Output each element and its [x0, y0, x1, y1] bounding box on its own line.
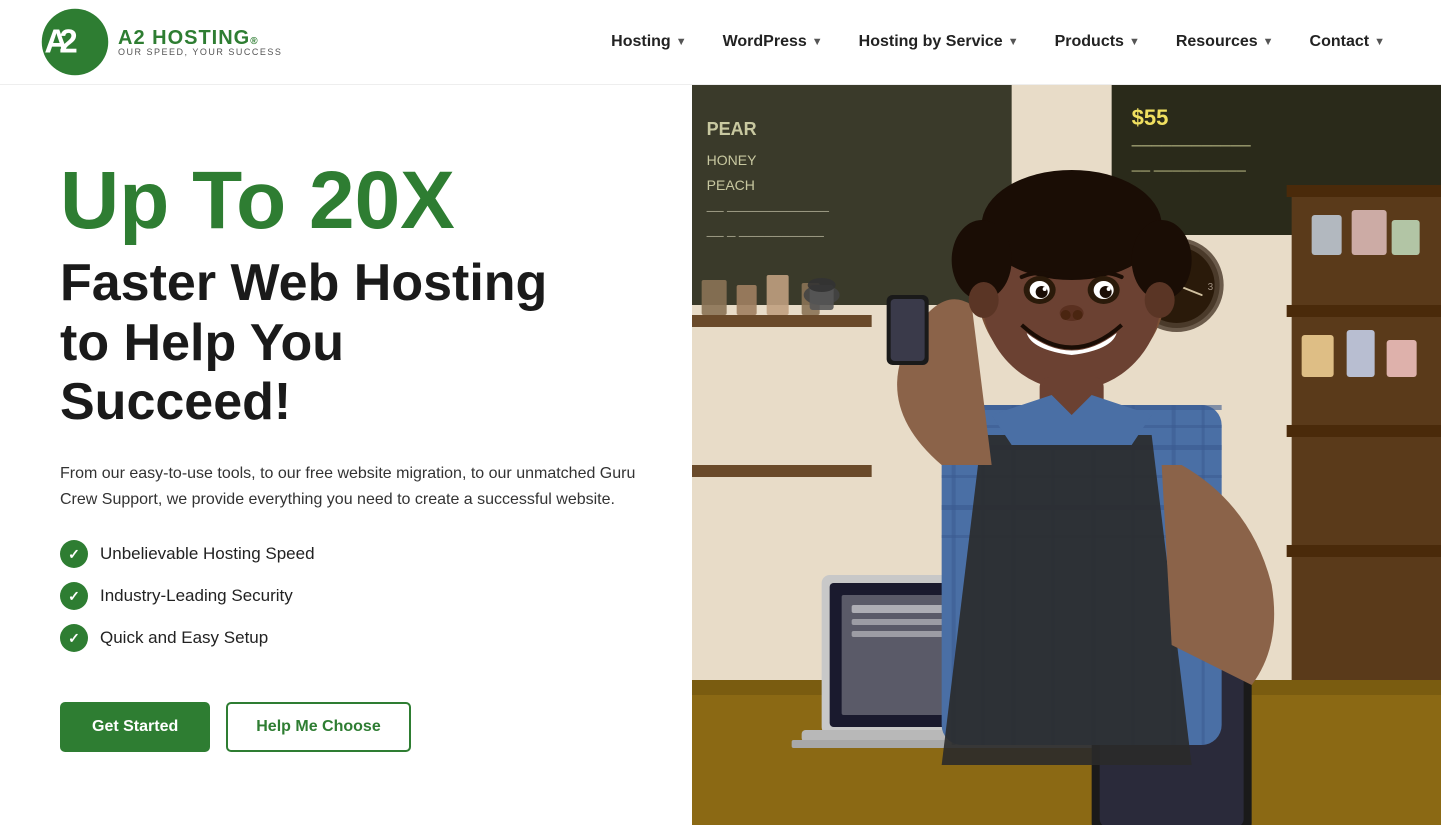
chevron-down-icon: ▼ [812, 36, 823, 48]
feature-item-setup: Quick and Easy Setup [60, 624, 642, 652]
nav-item-hosting-by-service[interactable]: Hosting by Service ▼ [843, 25, 1035, 59]
hero-description: From our easy-to-use tools, to our free … [60, 461, 642, 512]
nav-item-resources[interactable]: Resources ▼ [1160, 25, 1290, 59]
feature-item-speed: Unbelievable Hosting Speed [60, 540, 642, 568]
logo-text: A2 HOSTING® OUR SPEED, YOUR SUCCESS [118, 28, 282, 57]
check-icon-security [60, 582, 88, 610]
logo-tagline: OUR SPEED, YOUR SUCCESS [118, 48, 282, 57]
svg-text:PEAR: PEAR [706, 119, 756, 139]
svg-text:PEACH: PEACH [706, 177, 754, 193]
navbar: 2 A A2 HOSTING® OUR SPEED, YOUR SUCCESS … [0, 0, 1441, 85]
feature-list: Unbelievable Hosting Speed Industry-Lead… [60, 540, 642, 666]
hero-image: PEAR HONEY PEACH ── ──────────── ── ─ ──… [692, 85, 1441, 825]
cta-buttons: Get Started Help Me Choose [60, 702, 642, 752]
get-started-button[interactable]: Get Started [60, 702, 210, 752]
hero-illustration: PEAR HONEY PEACH ── ──────────── ── ─ ──… [692, 85, 1441, 825]
nav-links: Hosting ▼ WordPress ▼ Hosting by Service… [595, 25, 1401, 59]
hero-content: Up To 20X Faster Web Hostingto Help YouS… [0, 85, 692, 825]
logo[interactable]: 2 A A2 HOSTING® OUR SPEED, YOUR SUCCESS [40, 7, 282, 77]
svg-text:────────────: ──────────── [1130, 137, 1250, 153]
check-icon-speed [60, 540, 88, 568]
nav-item-products[interactable]: Products ▼ [1039, 25, 1156, 59]
hero-headline-sub: Faster Web Hostingto Help YouSucceed! [60, 254, 642, 433]
chevron-down-icon: ▼ [676, 36, 687, 48]
hero-headline-top: Up To 20X [60, 158, 642, 244]
svg-text:$55: $55 [1131, 105, 1168, 130]
check-icon-setup [60, 624, 88, 652]
svg-text:── ─ ──────────: ── ─ ────────── [705, 229, 824, 243]
hero-section: Up To 20X Faster Web Hostingto Help YouS… [0, 85, 1441, 825]
nav-item-hosting[interactable]: Hosting ▼ [595, 25, 702, 59]
nav-item-wordpress[interactable]: WordPress ▼ [707, 25, 839, 59]
nav-item-contact[interactable]: Contact ▼ [1294, 25, 1401, 59]
svg-text:3: 3 [1207, 282, 1213, 293]
chevron-down-icon: ▼ [1008, 36, 1019, 48]
chevron-down-icon: ▼ [1374, 36, 1385, 48]
svg-text:HONEY: HONEY [706, 152, 756, 168]
chevron-down-icon: ▼ [1263, 36, 1274, 48]
chevron-down-icon: ▼ [1129, 36, 1140, 48]
help-me-choose-button[interactable]: Help Me Choose [226, 702, 410, 752]
svg-text:── ──────────: ── ────────── [1130, 163, 1246, 178]
svg-text:── ────────────: ── ──────────── [705, 204, 829, 218]
feature-item-security: Industry-Leading Security [60, 582, 642, 610]
svg-text:A: A [44, 24, 68, 61]
logo-icon: 2 A [40, 7, 110, 77]
